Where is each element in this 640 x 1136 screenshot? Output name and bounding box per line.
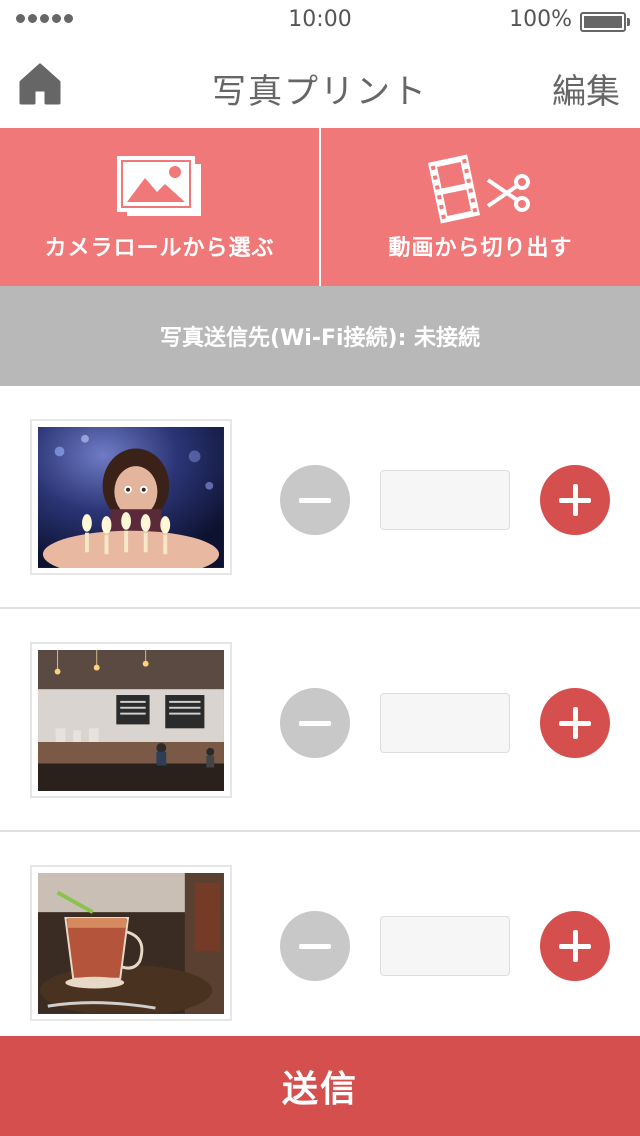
decrease-quantity-button[interactable] [280, 465, 350, 535]
battery-percentage: 100% [509, 7, 572, 32]
photo-row [0, 609, 640, 832]
page-title: 写真プリント [212, 72, 428, 112]
drink-photo-image [38, 873, 224, 1014]
photo-thumbnail[interactable] [30, 865, 232, 1021]
photo-list [0, 386, 640, 1055]
status-bar: 10:00 100% [0, 0, 640, 40]
photo-row [0, 386, 640, 609]
increase-quantity-button[interactable] [540, 465, 610, 535]
decrease-quantity-button[interactable] [280, 911, 350, 981]
edit-button[interactable]: 編集 [552, 64, 620, 113]
connection-status-banner: 写真送信先(Wi-Fi接続): 未接続 [0, 286, 640, 386]
battery-icon [580, 12, 630, 32]
quantity-input[interactable] [380, 470, 510, 530]
quantity-input[interactable] [380, 916, 510, 976]
camera-roll-label: カメラロールから選ぶ [44, 236, 275, 261]
photo-source-actions: カメラロールから選ぶ 動画から切り出す [0, 128, 640, 286]
quantity-input[interactable] [380, 693, 510, 753]
decrease-quantity-button[interactable] [280, 688, 350, 758]
photo-thumbnail[interactable] [30, 642, 232, 798]
video-clip-button[interactable]: 動画から切り出す [319, 128, 640, 286]
navigation-bar: 写真プリント 編集 [0, 40, 640, 128]
increase-quantity-button[interactable] [540, 688, 610, 758]
send-button-label: 送信 [281, 1069, 358, 1110]
video-clip-label: 動画から切り出す [388, 236, 573, 261]
photo-thumbnail[interactable] [30, 419, 232, 575]
birthday-photo-image [38, 427, 224, 568]
photo-gallery-icon [105, 154, 215, 220]
cafe-photo-image [38, 650, 224, 791]
film-scissors-icon [426, 154, 536, 224]
send-button[interactable]: 送信 [0, 1036, 640, 1136]
connection-status-text: 写真送信先(Wi-Fi接続): 未接続 [159, 326, 481, 351]
photo-row [0, 832, 640, 1055]
increase-quantity-button[interactable] [540, 911, 610, 981]
camera-roll-button[interactable]: カメラロールから選ぶ [0, 128, 319, 286]
